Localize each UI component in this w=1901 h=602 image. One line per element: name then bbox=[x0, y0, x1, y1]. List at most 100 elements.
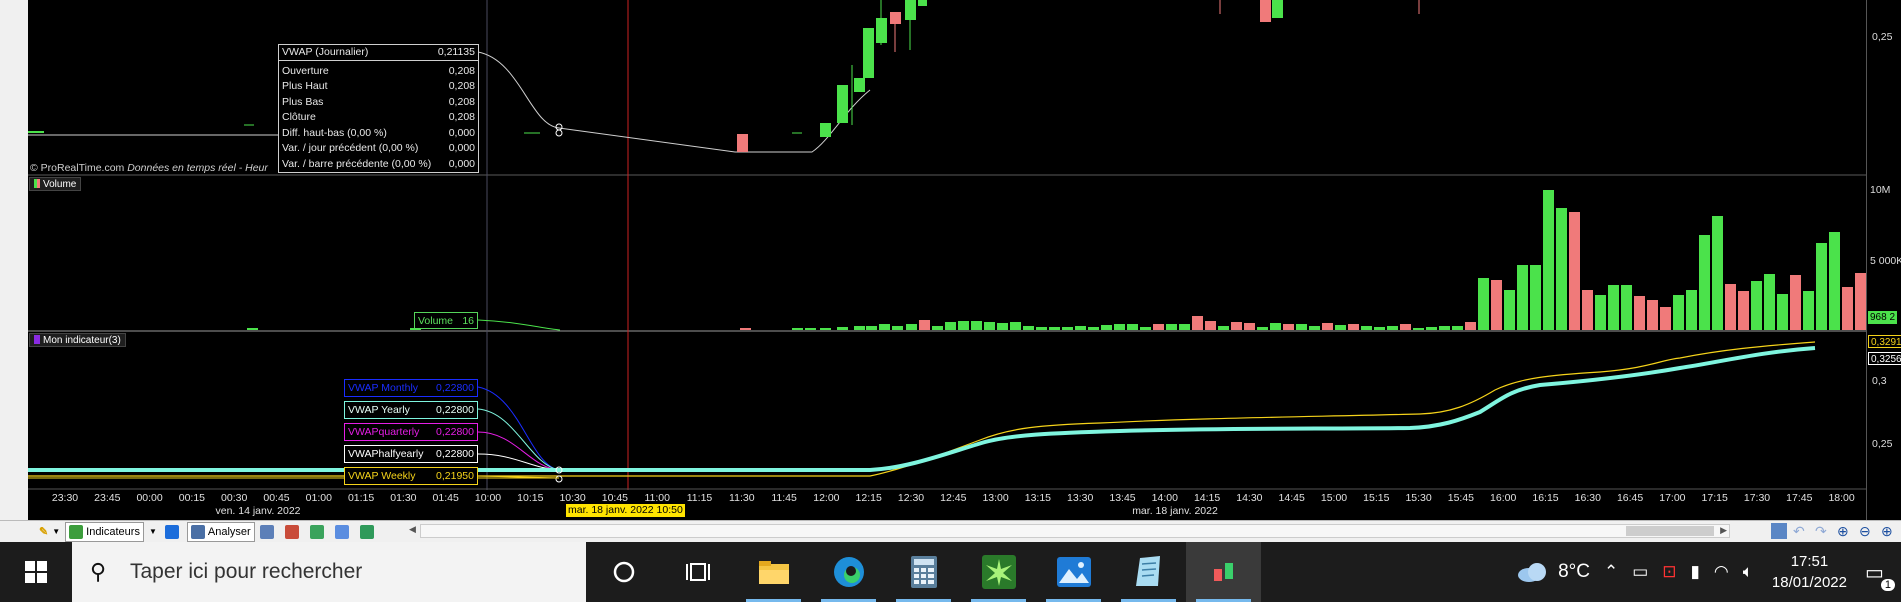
volume-bar bbox=[1192, 316, 1203, 330]
volume-panel-title[interactable]: Volume bbox=[29, 177, 82, 191]
volume-bar bbox=[1647, 300, 1658, 330]
chart-toolbar: ✎ ▼ Indicateurs ▼ Analyser ◀ ▶ ↶ ↷ ⊕ ⊖ ⊕ bbox=[0, 520, 1901, 542]
volume-bar bbox=[932, 326, 943, 330]
layout-icon[interactable] bbox=[1771, 523, 1787, 539]
toolbar-icon-4[interactable] bbox=[332, 522, 355, 542]
volume-bar bbox=[1244, 323, 1255, 330]
vwap-daily-line bbox=[477, 51, 871, 153]
pencil-icon: ✎ bbox=[39, 526, 49, 538]
volume-bar bbox=[1777, 294, 1788, 330]
analyse-button[interactable]: Analyser bbox=[186, 521, 255, 542]
task-view-button[interactable] bbox=[661, 542, 736, 602]
draw-tool-button[interactable]: ✎ ▼ bbox=[36, 522, 63, 542]
table-icon bbox=[309, 524, 324, 539]
vwap-quarterly-label: VWAPquarterly 0,22800 bbox=[344, 423, 478, 441]
volume-bar bbox=[1153, 324, 1164, 330]
volume-bar bbox=[919, 320, 930, 330]
volume-bar bbox=[1010, 322, 1021, 330]
redo-icon[interactable]: ↷ bbox=[1815, 523, 1831, 539]
task-view-icon bbox=[685, 563, 710, 581]
time-tick-label: 00:15 bbox=[178, 492, 206, 504]
weather-widget[interactable]: 8°C bbox=[1516, 560, 1590, 584]
time-tick-label: 13:30 bbox=[1067, 492, 1094, 504]
speaker-icon[interactable]: 🔈︎ bbox=[1743, 562, 1753, 582]
info-row: Plus Haut 0,208 bbox=[282, 80, 475, 92]
volume-bar bbox=[958, 321, 969, 330]
volume-bar bbox=[1816, 243, 1827, 330]
time-tick-label: 13:15 bbox=[1024, 492, 1052, 504]
indicators-dropdown[interactable]: ▼ bbox=[146, 522, 160, 542]
volume-bar bbox=[837, 327, 848, 330]
search-icon: ⚲ bbox=[90, 559, 107, 584]
chart-horizontal-scrollbar[interactable]: ◀ ▶ bbox=[409, 524, 1730, 538]
volume-bar bbox=[997, 323, 1008, 330]
volume-axis-label-10m: 10M bbox=[1870, 184, 1891, 196]
start-button[interactable] bbox=[0, 542, 72, 602]
zoom-out-icon[interactable]: ⊖ bbox=[1859, 523, 1875, 539]
volume-bar bbox=[1127, 324, 1138, 330]
volume-bar bbox=[1465, 322, 1476, 330]
calculator-button[interactable] bbox=[886, 542, 961, 602]
time-tick-label: 13:00 bbox=[982, 492, 1009, 504]
volume-bar bbox=[1023, 326, 1034, 330]
volume-bar bbox=[1556, 208, 1567, 330]
analyse-icon bbox=[190, 524, 205, 539]
volume-bar bbox=[1335, 325, 1346, 330]
dropdown-arrow-icon: ▼ bbox=[52, 527, 61, 536]
undo-icon[interactable]: ↶ bbox=[1793, 523, 1809, 539]
photos-button[interactable] bbox=[1036, 542, 1111, 602]
notification-button[interactable]: ▭ 1 bbox=[1865, 560, 1895, 591]
volume-bar bbox=[1218, 326, 1229, 330]
volume-bar bbox=[1686, 290, 1697, 330]
share-button[interactable] bbox=[162, 522, 185, 542]
vwap-marker bbox=[555, 129, 563, 137]
chevron-up-icon[interactable]: ⌃ bbox=[1604, 562, 1618, 582]
cortana-button[interactable] bbox=[586, 542, 661, 602]
indicator-panel-title[interactable]: Mon indicateur(3) bbox=[29, 333, 126, 347]
toolbar-icon-2[interactable] bbox=[282, 522, 305, 542]
message-icon: ▭ bbox=[1865, 561, 1884, 584]
cloud-icon bbox=[1518, 563, 1547, 582]
toolbar-icon-1[interactable] bbox=[257, 522, 280, 542]
volume-bar bbox=[1296, 324, 1307, 330]
volume-bar bbox=[1348, 324, 1359, 330]
taskbar-search-box[interactable]: ⚲ Taper ici pour rechercher bbox=[72, 542, 586, 602]
volume-bar bbox=[1387, 326, 1398, 330]
scroll-left-icon[interactable]: ◀ bbox=[409, 524, 416, 535]
time-tick-label: 01:00 bbox=[305, 492, 332, 504]
volume-bar bbox=[1439, 326, 1450, 330]
list-icon bbox=[284, 524, 299, 539]
time-tick-label: 11:45 bbox=[771, 492, 797, 504]
file-explorer-button[interactable] bbox=[736, 542, 811, 602]
time-tick-label: 01:30 bbox=[390, 492, 417, 504]
scroll-thumb[interactable] bbox=[1626, 526, 1714, 536]
zoom-in-icon[interactable]: ⊕ bbox=[1881, 523, 1897, 539]
toolbar-icon-5[interactable] bbox=[357, 522, 380, 542]
volume-bar bbox=[1842, 287, 1853, 330]
zoom-fit-icon[interactable]: ⊕ bbox=[1837, 523, 1853, 539]
toolbar-icon-3[interactable] bbox=[307, 522, 330, 542]
greenshot-button[interactable] bbox=[961, 542, 1036, 602]
price-candles bbox=[737, 0, 1420, 152]
time-tick-label: 10:45 bbox=[601, 492, 629, 504]
camera-icon[interactable]: ▭ bbox=[1632, 562, 1648, 582]
windows-taskbar: ⚲ Taper ici pour rechercher 8°C ⌃ ▭ ⊡ ▮ … bbox=[0, 542, 1901, 602]
indicator-swatch-icon bbox=[34, 335, 40, 344]
notepad-button[interactable] bbox=[1111, 542, 1186, 602]
volume-current-chip: 968 2 bbox=[1868, 311, 1898, 324]
usb-icon[interactable]: ⊡ bbox=[1662, 562, 1676, 582]
scroll-right-icon[interactable]: ▶ bbox=[1720, 525, 1727, 536]
volume-bar bbox=[820, 328, 831, 330]
prorealtime-button[interactable] bbox=[1186, 542, 1261, 602]
time-tick-label: 12:00 bbox=[813, 492, 840, 504]
time-tick-label: 10:30 bbox=[559, 492, 586, 504]
wifi-icon[interactable]: ◠ bbox=[1714, 562, 1729, 582]
info-row: Ouverture 0,208 bbox=[282, 64, 475, 77]
edge-button[interactable] bbox=[811, 542, 886, 602]
vwap-info-box: VWAP (Journalier) 0,21135 Ouverture 0,208… bbox=[278, 44, 479, 173]
photos-icon bbox=[1056, 557, 1091, 587]
battery-icon[interactable]: ▮ bbox=[1691, 562, 1700, 582]
taskbar-clock[interactable]: 17:51 18/01/2022 bbox=[1772, 551, 1847, 593]
time-tick-label: 15:45 bbox=[1447, 492, 1475, 504]
indicators-button[interactable]: Indicateurs bbox=[65, 521, 144, 542]
